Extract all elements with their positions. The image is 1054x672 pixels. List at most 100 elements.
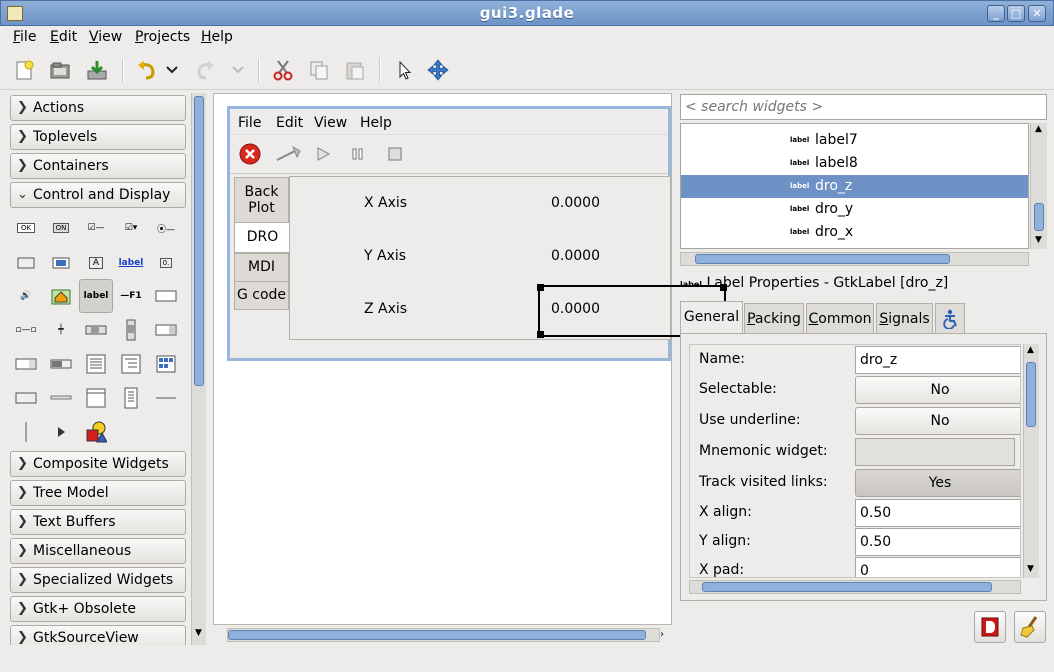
radio-button-widget-icon[interactable]: ☑▾	[115, 212, 147, 244]
devhelp-button[interactable]	[974, 611, 1006, 643]
progress-bar-widget-icon[interactable]	[45, 348, 77, 380]
clear-button[interactable]	[1014, 611, 1046, 643]
tree-row[interactable]: label label8	[681, 152, 1028, 175]
designed-tab-dro[interactable]: DRO	[234, 222, 290, 253]
selectable-toggle[interactable]: No	[855, 376, 1020, 404]
designed-tab-backplot[interactable]: Back Plot	[234, 177, 289, 223]
tree-scroll-thumb[interactable]	[1034, 203, 1044, 231]
stop-square-icon[interactable]	[387, 146, 403, 166]
accel-label-widget-icon[interactable]: —F1	[115, 280, 147, 312]
properties-vscrollbar[interactable]: ▲ ▼	[1023, 344, 1039, 578]
separator-widget-icon[interactable]	[45, 382, 77, 414]
text-view-widget-icon[interactable]	[80, 348, 112, 380]
palette-group-specialized-widgets[interactable]: ❯ Specialized Widgets	[10, 567, 186, 593]
label-widget-icon[interactable]: label	[79, 279, 113, 313]
file-chooser-widget-icon[interactable]	[10, 247, 42, 279]
button-widget-icon[interactable]: OK	[10, 212, 42, 244]
mnemonic-widget-field[interactable]	[855, 438, 1015, 466]
palette-group-gtksourceview[interactable]: ❯ GtkSourceView	[10, 625, 186, 645]
palette-group-text-buffers[interactable]: ❯ Text Buffers	[10, 509, 186, 535]
designed-window[interactable]: File Edit View Help Back Plot DRO MDI G …	[227, 106, 727, 361]
toggle-button-widget-icon[interactable]: ON	[45, 212, 77, 244]
scroll-right-icon[interactable]: ›	[660, 629, 664, 640]
hscale-widget-icon[interactable]: ▫—▫	[10, 314, 42, 346]
calendar-widget-icon[interactable]	[115, 382, 147, 414]
open-icon[interactable]	[46, 56, 74, 84]
palette-scroll-thumb[interactable]	[194, 96, 204, 386]
track-visited-links-toggle[interactable]: Yes	[855, 469, 1020, 497]
pointer-icon[interactable]	[390, 56, 418, 84]
play-icon[interactable]	[315, 146, 331, 166]
tree-row[interactable]: label label7	[681, 129, 1028, 152]
tree-row[interactable]: label dro_y	[681, 198, 1028, 221]
close-window-button[interactable]: ✕	[1028, 5, 1046, 22]
menu-edit[interactable]: Edit	[50, 29, 77, 45]
tree-row-selected[interactable]: label dro_z	[681, 175, 1028, 198]
drawing-area-widget-icon[interactable]	[80, 416, 112, 448]
menu-file[interactable]: File	[13, 29, 36, 45]
name-field[interactable]: dro_z	[855, 346, 1020, 374]
cut-icon[interactable]	[269, 56, 297, 84]
entry-widget-icon[interactable]	[150, 280, 182, 312]
icon-view-widget-icon[interactable]	[150, 348, 182, 380]
maximize-button[interactable]: □	[1007, 5, 1025, 22]
hseparator-widget-icon[interactable]	[150, 382, 182, 414]
stop-icon[interactable]	[239, 143, 261, 169]
designed-menu-file[interactable]: File	[238, 115, 261, 131]
designed-menu-edit[interactable]: Edit	[276, 115, 303, 131]
designed-menu-help[interactable]: Help	[360, 115, 392, 131]
vseparator-widget-icon[interactable]	[10, 416, 42, 448]
drag-resize-icon[interactable]	[424, 56, 452, 84]
vscrollbar-widget-icon[interactable]	[115, 314, 147, 346]
palette-group-toplevels[interactable]: ❯ Toplevels	[10, 124, 186, 150]
canvas-hscrollbar[interactable]	[227, 628, 660, 642]
broom-tool-icon[interactable]	[275, 145, 301, 167]
tab-packing[interactable]: Packing	[744, 303, 804, 333]
pause-icon[interactable]	[350, 146, 366, 166]
save-icon[interactable]	[83, 56, 111, 84]
check-button-widget-icon[interactable]: ☑—	[80, 212, 112, 244]
spin-button-widget-icon[interactable]: ⦿—	[150, 212, 182, 244]
palette-group-control-display[interactable]: ⌄ Control and Display	[10, 182, 186, 208]
color-button-widget-icon[interactable]	[45, 247, 77, 279]
link-button-widget-icon[interactable]: label	[115, 247, 147, 279]
designed-tab-mdi[interactable]: MDI	[234, 253, 289, 282]
undo-icon[interactable]	[132, 56, 160, 84]
tree-view-widget-icon[interactable]	[115, 348, 147, 380]
scroll-up-icon[interactable]: ▲	[1027, 345, 1034, 355]
scroll-up-icon[interactable]: ▲	[1035, 124, 1042, 134]
combo-box-widget-icon[interactable]	[150, 314, 182, 346]
use-underline-toggle[interactable]: No	[855, 407, 1020, 435]
properties-hscroll-thumb[interactable]	[702, 582, 992, 592]
designed-menu-view[interactable]: View	[314, 115, 347, 131]
tree-hscroll-thumb[interactable]	[695, 254, 950, 264]
tree-hscrollbar[interactable]	[680, 252, 1029, 266]
minimize-button[interactable]: _	[987, 5, 1005, 22]
palette-group-tree-model[interactable]: ❯ Tree Model	[10, 480, 186, 506]
tab-accessibility[interactable]	[935, 303, 965, 333]
properties-hscrollbar[interactable]	[689, 580, 1021, 594]
designed-tab-gcode[interactable]: G code	[234, 281, 289, 310]
tab-signals[interactable]: Signals	[876, 303, 933, 333]
x-pad-field[interactable]: 0	[855, 557, 1020, 577]
tree-row[interactable]: label dro_x	[681, 221, 1028, 244]
palette-group-containers[interactable]: ❯ Containers	[10, 153, 186, 179]
palette-group-actions[interactable]: ❯ Actions	[10, 95, 186, 121]
tree-vscrollbar[interactable]: ▲ ▼	[1030, 123, 1047, 249]
scroll-down-icon[interactable]: ▼	[195, 628, 202, 638]
tab-common[interactable]: Common	[806, 303, 874, 333]
palette-group-gtk-obsolete[interactable]: ❯ Gtk+ Obsolete	[10, 596, 186, 622]
ruler-widget-icon[interactable]	[80, 382, 112, 414]
scale-button-widget-icon[interactable]: 0.	[150, 247, 182, 279]
x-align-field[interactable]: 0.50	[855, 499, 1020, 527]
palette-group-miscellaneous[interactable]: ❯ Miscellaneous	[10, 538, 186, 564]
palette-scrollbar[interactable]: ▼	[191, 93, 206, 645]
menu-projects[interactable]: Projects	[135, 29, 190, 45]
scroll-down-icon[interactable]: ▼	[1035, 235, 1042, 245]
arrow-widget-icon[interactable]	[45, 416, 77, 448]
hscrollbar-widget-icon[interactable]	[80, 314, 112, 346]
new-file-icon[interactable]	[10, 56, 38, 84]
menu-view[interactable]: View	[89, 29, 122, 45]
vscale-widget-icon[interactable]: ┿	[45, 314, 77, 346]
widget-search-input[interactable]: < search widgets >	[680, 94, 1047, 120]
